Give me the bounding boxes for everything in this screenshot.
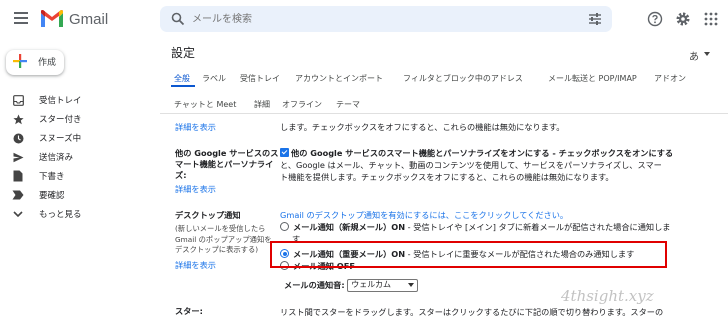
gmail-logo[interactable]: Gmail <box>40 9 108 29</box>
gmail-m-icon <box>41 10 63 27</box>
draft-icon <box>12 170 24 182</box>
highlight-box <box>270 241 667 268</box>
smart-features-label: 他の Google サービスのス マート機能とパーソナライ ズ: <box>175 148 279 180</box>
enable-desktop-notifications-link[interactable]: Gmail のデスクトップ通知を有効にするには、ここをクリックしてください。 <box>280 209 568 221</box>
sidebar-item-inbox[interactable]: 受信トレイ <box>12 92 82 108</box>
smart-features-text: 他の Google サービスのスマート機能とパーソナライズをオンにする - チェ… <box>291 148 674 158</box>
apps-grid-icon[interactable] <box>703 11 719 27</box>
settings-gear-icon[interactable] <box>675 11 691 27</box>
tab-accounts-import[interactable]: アカウントとインポート <box>295 73 383 84</box>
caret-down-icon[interactable] <box>704 52 710 56</box>
tab-themes[interactable]: テーマ <box>336 99 360 110</box>
learn-more-link[interactable]: 詳細を表示 <box>175 122 216 133</box>
chevron-down-icon <box>12 208 24 220</box>
search-options-icon[interactable] <box>588 12 602 26</box>
smart-features-checkbox[interactable] <box>280 148 289 157</box>
sidebar-item-important[interactable]: 要確認 <box>12 187 65 203</box>
stars-description: リスト間でスターをドラッグします。スターはクリックするたびに下記の順で切り替わり… <box>280 307 664 317</box>
search-input[interactable] <box>192 10 552 28</box>
watermark-logo: 4thsight.xyz <box>561 287 654 305</box>
setting-description: します。チェックボックスをオフにすると、これらの機能は無効になります。 <box>280 122 565 132</box>
smart-features-setting: 他の Google サービスのスマート機能とパーソナライズをオンにする - チェ… <box>280 148 674 182</box>
tab-inbox[interactable]: 受信トレイ <box>240 73 280 84</box>
notification-sound-setting: メールの通知音: ウェルカム <box>284 279 419 292</box>
sidebar-item-snoozed[interactable]: スヌーズ中 <box>12 130 81 146</box>
select-caret-icon <box>408 283 415 287</box>
label-icon <box>12 189 24 201</box>
settings-panel: 設定 あ 全般 ラベル 受信トレイ アカウントとインポート フィルタとブロック中… <box>160 38 728 319</box>
compose-label: 作成 <box>38 58 57 68</box>
sidebar-item-label: 送信済み <box>39 153 74 163</box>
sidebar-item-label: もっと見る <box>39 210 82 220</box>
active-tab-indicator <box>171 85 195 87</box>
tab-forwarding-pop-imap[interactable]: メール転送と POP/IMAP <box>548 73 637 84</box>
star-icon <box>12 113 24 125</box>
desktop-notifications-label: デスクトップ通知 <box>175 210 241 220</box>
tab-general[interactable]: 全般 <box>174 73 190 84</box>
stars-label: スター: <box>175 306 203 316</box>
sidebar: 作成 受信トレイ スター付き スヌーズ中 送信済み 下書き 要確認 もっと見る <box>0 38 160 319</box>
compose-button[interactable]: 作成 <box>6 50 64 75</box>
tab-labels[interactable]: ラベル <box>202 73 226 84</box>
divider <box>160 113 728 114</box>
send-icon <box>12 151 24 163</box>
search-icon[interactable] <box>171 12 185 26</box>
sidebar-item-label: スヌーズ中 <box>39 134 82 144</box>
sidebar-item-starred[interactable]: スター付き <box>12 111 82 127</box>
main-menu-button[interactable] <box>14 12 28 24</box>
tab-chat-meet[interactable]: チャットと Meet <box>174 99 236 110</box>
help-icon[interactable] <box>647 11 663 27</box>
sidebar-item-label: 要確認 <box>39 191 65 201</box>
desktop-notifications-note: (新しいメールを受信したら Gmail のポップアップ通知を デスクトップに表示… <box>175 224 272 254</box>
tab-filters-blocked[interactable]: フィルタとブロック中のアドレス <box>403 73 523 84</box>
tab-advanced[interactable]: 詳細 <box>254 99 270 110</box>
sidebar-item-sent[interactable]: 送信済み <box>12 149 73 165</box>
sidebar-item-label: スター付き <box>39 115 82 125</box>
radio-new-mail[interactable] <box>280 222 289 231</box>
app-name: Gmail <box>69 10 109 28</box>
page-title: 設定 <box>171 46 196 60</box>
sidebar-item-drafts[interactable]: 下書き <box>12 168 65 184</box>
sidebar-item-label: 下書き <box>39 172 65 182</box>
sidebar-item-more[interactable]: もっと見る <box>12 206 82 222</box>
top-bar: Gmail <box>0 0 728 38</box>
tab-addons[interactable]: アドオン <box>654 73 686 84</box>
desktop-notifications-learn-more-link[interactable]: 詳細を表示 <box>175 260 216 271</box>
input-tools-button[interactable]: あ <box>689 48 699 63</box>
compose-plus-icon <box>13 54 27 68</box>
inbox-icon <box>12 94 24 106</box>
search-bar <box>160 6 612 32</box>
clock-icon <box>12 132 24 144</box>
smart-features-learn-more-link[interactable]: 詳細を表示 <box>175 184 216 195</box>
sidebar-item-label: 受信トレイ <box>39 96 82 106</box>
notification-sound-select[interactable]: ウェルカム <box>347 279 419 292</box>
tab-offline[interactable]: オフライン <box>282 99 322 110</box>
